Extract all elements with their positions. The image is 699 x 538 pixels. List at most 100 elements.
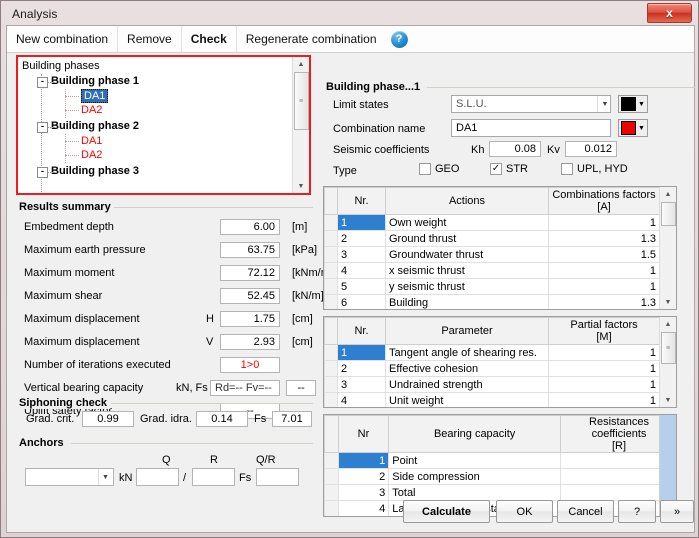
toolbar-regenerate-combination[interactable]: Regenerate combination bbox=[237, 26, 386, 52]
tree-item-phase2-da2[interactable]: DA2 bbox=[21, 148, 291, 162]
toolbar-remove[interactable]: Remove bbox=[118, 26, 182, 52]
tree-item-phase1-da2[interactable]: DA2 bbox=[21, 103, 291, 117]
cancel-button[interactable]: Cancel bbox=[557, 500, 614, 523]
scroll-up-icon[interactable]: ▲ bbox=[293, 57, 309, 71]
table-row[interactable]: 2Side compression1 bbox=[324, 468, 676, 485]
tree-item-phase2-da1[interactable]: DA1 bbox=[21, 134, 291, 148]
parameters-table[interactable]: Nr. Parameter Partial factors [M] 1 Tange… bbox=[323, 316, 677, 408]
kv-value[interactable]: 0.012 bbox=[565, 141, 617, 157]
cell-nr: 4 bbox=[337, 392, 386, 407]
scroll-up-icon[interactable]: ▲ bbox=[660, 187, 676, 201]
scroll-track[interactable]: ≡ bbox=[660, 331, 676, 393]
type-geo-checkbox-row[interactable]: GEO bbox=[419, 163, 459, 175]
grad-idra-value[interactable]: 0.14 bbox=[196, 411, 248, 427]
combination-color-button[interactable]: ▼ bbox=[618, 119, 648, 137]
table-row[interactable]: 6 Building 1.3 bbox=[324, 294, 660, 309]
building-phases-tree[interactable]: Building phases - Building phase 1 DA1 D… bbox=[18, 57, 291, 193]
tree-item-building-phase-1[interactable]: - Building phase 1 bbox=[21, 74, 291, 89]
vertical-bearing-capacity-fs[interactable]: -- bbox=[286, 379, 316, 396]
table-row[interactable]: 1 Own weight 1 bbox=[324, 214, 660, 231]
col-parameter: Parameter bbox=[385, 317, 549, 345]
actions-table[interactable]: Nr. Actions Combinations factors [A] 1 Ow… bbox=[323, 186, 677, 310]
anchor-qr-value[interactable] bbox=[256, 468, 299, 486]
chevron-down-icon[interactable]: ▼ bbox=[638, 125, 645, 132]
scroll-up-icon[interactable]: ▲ bbox=[660, 317, 676, 331]
limit-states-color-button[interactable]: ▼ bbox=[618, 95, 648, 113]
tree-item-building-phase-2[interactable]: - Building phase 2 bbox=[21, 119, 291, 134]
chevron-down-icon[interactable]: ▼ bbox=[638, 101, 645, 108]
tree-item-building-phase-3[interactable]: - Building phase 3 bbox=[21, 164, 291, 179]
siphoning-fs-value[interactable]: 7.01 bbox=[272, 411, 312, 427]
scroll-track[interactable]: ≡ bbox=[293, 71, 309, 179]
max-displacement-h-value[interactable]: 1.75 bbox=[220, 310, 280, 327]
max-moment-value[interactable]: 72.12 bbox=[220, 264, 280, 281]
cell-nr: 3 bbox=[337, 376, 386, 393]
scroll-track[interactable] bbox=[660, 201, 676, 295]
chevron-down-icon[interactable]: ▼ bbox=[98, 469, 112, 485]
calculate-button[interactable]: Calculate bbox=[403, 500, 490, 523]
row-gutter bbox=[324, 230, 338, 247]
limit-states-chevron-down-icon[interactable]: ▼ bbox=[597, 96, 612, 112]
grad-crit-label: Grad. crit. bbox=[26, 413, 75, 425]
table-row[interactable]: 2 Ground thrust 1.3 bbox=[324, 230, 660, 247]
checkbox-geo[interactable] bbox=[419, 163, 431, 175]
tree-item-label: Building phase 1 bbox=[51, 75, 140, 87]
table-row[interactable]: 4x seismic thrust 1 bbox=[324, 262, 660, 279]
close-icon[interactable]: x bbox=[647, 3, 692, 23]
anchor-q-value[interactable] bbox=[136, 468, 179, 486]
tree-connector bbox=[65, 155, 79, 156]
max-shear-value[interactable]: 52.45 bbox=[220, 287, 280, 304]
cell-nr: 1 bbox=[337, 452, 390, 469]
row-max-shear: Maximum shear 52.45 [kN/m] bbox=[24, 286, 324, 305]
help-icon[interactable]: ? bbox=[390, 30, 408, 48]
embedment-depth-value[interactable]: 6.00 bbox=[220, 218, 280, 235]
scroll-down-icon[interactable]: ▼ bbox=[293, 179, 309, 193]
ok-button[interactable]: OK bbox=[496, 500, 553, 523]
table-row[interactable]: 3 Undrained strength 1 bbox=[324, 376, 660, 393]
row-label: Vertical bearing capacity bbox=[24, 381, 144, 394]
anchor-select[interactable]: ▼ bbox=[25, 468, 114, 486]
tree-item-phase1-da1[interactable]: DA1 bbox=[21, 89, 291, 103]
scroll-thumb[interactable] bbox=[660, 202, 676, 226]
help-button[interactable]: ? bbox=[618, 500, 656, 523]
type-upl-hyd-checkbox-row[interactable]: UPL, HYD bbox=[561, 163, 628, 175]
scroll-thumb[interactable]: ≡ bbox=[660, 332, 676, 364]
row-gutter bbox=[324, 214, 338, 231]
kh-value[interactable]: 0.08 bbox=[489, 141, 541, 157]
table-row[interactable]: 3Total1 bbox=[324, 484, 676, 501]
limit-states-field[interactable]: S.L.U. bbox=[451, 95, 611, 113]
scroll-down-icon[interactable]: ▼ bbox=[660, 295, 676, 309]
table-row[interactable]: 5y seismic thrust 1 bbox=[324, 278, 660, 295]
table-row[interactable]: 3 Groundwater thrust 1.5 bbox=[324, 246, 660, 263]
vertical-bearing-capacity-value[interactable]: Rd=-- Fv=-- bbox=[210, 379, 280, 396]
anchor-r-value[interactable] bbox=[192, 468, 235, 486]
scroll-down-icon[interactable]: ▼ bbox=[660, 393, 676, 407]
type-str-checkbox-row[interactable]: ✓ STR bbox=[490, 163, 528, 175]
group-divider bbox=[102, 207, 313, 208]
scroll-thumb[interactable]: ≡ bbox=[293, 72, 309, 130]
checkbox-str[interactable]: ✓ bbox=[490, 163, 502, 175]
actions-table-scrollbar[interactable]: ▲ ▼ bbox=[659, 187, 676, 309]
checkbox-upl-hyd[interactable] bbox=[561, 163, 573, 175]
table-row[interactable]: 1 Tangent angle of shearing res. 1 bbox=[324, 344, 660, 361]
max-displacement-v-value[interactable]: 2.93 bbox=[220, 333, 280, 350]
combination-name-field[interactable]: DA1 bbox=[451, 119, 611, 137]
toolbar-new-combination[interactable]: New combination bbox=[7, 26, 119, 52]
limit-states-value: S.L.U. bbox=[456, 98, 487, 110]
parameters-table-scrollbar[interactable]: ▲ ≡ ▼ bbox=[659, 317, 676, 407]
row-label: Maximum shear bbox=[24, 289, 103, 302]
tree-scrollbar[interactable]: ▲ ≡ ▼ bbox=[292, 57, 309, 193]
col-gutter bbox=[324, 317, 338, 345]
col-nr: Nr. bbox=[337, 187, 386, 215]
table-row[interactable]: 4 Unit weight 1 bbox=[324, 392, 660, 407]
table-row[interactable]: 1Point1 bbox=[324, 452, 676, 469]
max-earth-pressure-value[interactable]: 63.75 bbox=[220, 241, 280, 258]
table-row[interactable]: 2 Effective cohesion 1 bbox=[324, 360, 660, 377]
iterations-value[interactable]: 1>0 bbox=[220, 356, 280, 373]
anchors-r-label: R bbox=[210, 454, 218, 466]
cell-factor: 1.5 bbox=[548, 246, 660, 263]
toolbar-check[interactable]: Check bbox=[182, 26, 237, 52]
expand-button[interactable]: » bbox=[660, 500, 694, 523]
grad-crit-value[interactable]: 0.99 bbox=[82, 411, 134, 427]
row-unit-label: kN, Fs bbox=[176, 381, 208, 394]
